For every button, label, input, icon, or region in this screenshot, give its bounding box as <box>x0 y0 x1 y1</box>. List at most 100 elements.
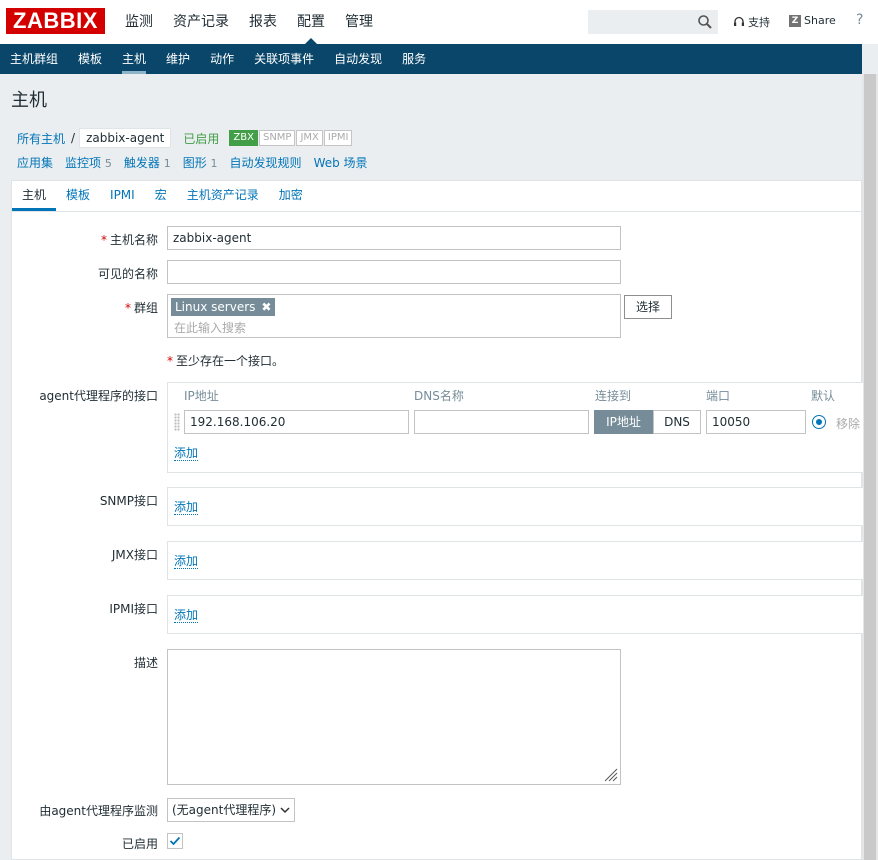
proxy-select-value: (无agent代理程序) <box>172 803 277 817</box>
availability-zbx-badge: ZBX <box>229 130 258 146</box>
zabbix-logo[interactable]: ZABBIX <box>6 8 105 34</box>
description-label: 描述 <box>133 656 158 670</box>
remove-chip-icon[interactable]: ✖ <box>261 298 271 316</box>
main-menu: 监测 资产记录 报表 配置 管理 <box>115 0 383 44</box>
breadcrumb-all-hosts[interactable]: 所有主机 <box>11 130 71 147</box>
sublink-items[interactable]: 监控项 5 <box>59 154 118 171</box>
tab-host[interactable]: 主机 <box>12 181 57 211</box>
enabled-label: 已启用 <box>121 837 158 851</box>
groups-label-text: 群组 <box>133 301 158 315</box>
submenu-templates[interactable]: 模板 <box>68 44 112 74</box>
group-chip: Linux servers ✖ <box>171 298 276 316</box>
visible-name-label: 可见的名称 <box>97 267 158 281</box>
share-label: Share <box>804 14 836 27</box>
select-groups-button[interactable]: 选择 <box>624 295 672 319</box>
add-jmx-interface-link[interactable]: 添加 <box>174 554 199 569</box>
add-snmp-interface-link[interactable]: 添加 <box>174 500 199 515</box>
drag-handle-icon[interactable] <box>174 413 180 431</box>
tab-inventory[interactable]: 主机资产记录 <box>177 181 269 211</box>
sublink-items-count: 5 <box>104 156 112 170</box>
interface-note-text: 至少存在一个接口。 <box>176 354 285 368</box>
menu-administration[interactable]: 管理 <box>335 0 383 44</box>
host-name-input[interactable]: zabbix-agent <box>167 226 621 250</box>
agent-interfaces-label: agent代理程序的接口 <box>39 389 158 403</box>
submenu-host-groups[interactable]: 主机群组 <box>0 44 68 74</box>
port-input[interactable]: 10050 <box>706 410 806 434</box>
form-tabs: 主机 模板 IPMI 宏 主机资产记录 加密 <box>12 181 863 212</box>
headset-icon <box>734 16 744 26</box>
submenu-actions[interactable]: 动作 <box>200 44 244 74</box>
dns-name-input[interactable] <box>414 410 589 434</box>
submenu-event-correlation[interactable]: 关联项事件 <box>244 44 324 74</box>
add-agent-interface-link[interactable]: 添加 <box>174 446 199 461</box>
connect-to-ip-button[interactable]: IP地址 <box>594 410 653 434</box>
ipmi-interfaces-box: 添加 <box>167 595 863 634</box>
jmx-interfaces-label: JMX接口 <box>111 548 158 562</box>
host-name-label-text: 主机名称 <box>109 233 158 247</box>
global-search-input[interactable] <box>588 10 718 34</box>
page-title: 主机 <box>11 90 47 111</box>
availability-jmx-badge: JMX <box>296 130 323 146</box>
menu-inventory[interactable]: 资产记录 <box>163 0 239 44</box>
sublink-triggers[interactable]: 触发器 1 <box>118 154 177 171</box>
menu-reports[interactable]: 报表 <box>239 0 287 44</box>
sublink-applications-label: 应用集 <box>17 155 54 170</box>
col-dns-header: DNS名称 <box>414 389 464 403</box>
required-mark: * <box>167 354 173 368</box>
snmp-interfaces-box: 添加 <box>167 487 863 526</box>
sub-menu: 主机群组 模板 主机 维护 动作 关联项事件 自动发现 服务 <box>0 44 862 74</box>
top-header: ZABBIX 监测 资产记录 报表 配置 管理 支持 Z Share ? <box>0 0 878 44</box>
share-link[interactable]: Z Share <box>789 14 836 27</box>
host-sublinks: 应用集 监控项 5 触发器 1 图形 1 自动发现规则 Web 场景 <box>11 152 374 172</box>
ip-address-input[interactable]: 192.168.106.20 <box>184 410 409 434</box>
resize-grip-icon[interactable] <box>602 766 618 782</box>
tab-encryption[interactable]: 加密 <box>269 181 313 211</box>
enabled-checkbox[interactable] <box>167 833 183 849</box>
submenu-services[interactable]: 服务 <box>392 44 436 74</box>
menu-monitoring[interactable]: 监测 <box>115 0 163 44</box>
help-icon[interactable]: ? <box>856 12 863 28</box>
availability-snmp-badge: SNMP <box>258 130 296 146</box>
submenu-hosts[interactable]: 主机 <box>112 44 156 74</box>
scrollbar-thumb[interactable] <box>864 74 876 860</box>
col-default-header: 默认 <box>811 389 836 403</box>
visible-name-input[interactable] <box>167 260 621 284</box>
breadcrumb: 所有主机 / zabbix-agent 已启用 ZBX SNMP JMX IPM… <box>11 127 353 149</box>
remove-interface-link[interactable]: 移除 <box>836 415 860 432</box>
col-port-header: 端口 <box>706 389 731 403</box>
tab-templates[interactable]: 模板 <box>56 181 100 211</box>
sublink-items-label: 监控项 <box>65 155 102 170</box>
host-form-panel: 主机 模板 IPMI 宏 主机资产记录 加密 * 主机名称 zabbix-agen… <box>11 180 863 860</box>
breadcrumb-separator: / <box>71 131 76 145</box>
sublink-applications[interactable]: 应用集 <box>11 154 59 171</box>
tab-macros[interactable]: 宏 <box>145 181 177 211</box>
groups-label: * 群组 <box>12 299 158 316</box>
sublink-triggers-label: 触发器 <box>123 155 160 170</box>
add-ipmi-interface-link[interactable]: 添加 <box>174 608 199 623</box>
menu-configuration[interactable]: 配置 <box>287 0 335 44</box>
sublink-web-scenarios[interactable]: Web 场景 <box>308 154 374 171</box>
zabbix-share-icon: Z <box>789 14 801 27</box>
connect-to-dns-button[interactable]: DNS <box>653 410 701 434</box>
host-status: 已启用 <box>183 131 220 146</box>
col-ip-header: IP地址 <box>184 389 219 403</box>
jmx-interfaces-box: 添加 <box>167 541 863 580</box>
default-interface-radio[interactable] <box>812 415 826 429</box>
sublink-graphs[interactable]: 图形 1 <box>177 154 224 171</box>
groups-search-placeholder[interactable]: 在此输入搜索 <box>174 319 246 336</box>
proxy-select[interactable]: (无agent代理程序) <box>167 798 296 822</box>
search-icon[interactable] <box>697 14 713 30</box>
breadcrumb-current-host[interactable]: zabbix-agent <box>79 128 172 148</box>
groups-multiselect[interactable]: Linux servers ✖ 在此输入搜索 <box>167 294 621 338</box>
monitored-by-proxy-label: 由agent代理程序监测 <box>39 804 158 818</box>
sublink-web-scenarios-label: Web 场景 <box>313 155 368 170</box>
support-link[interactable]: 支持 <box>733 14 770 30</box>
page-scrollbar[interactable] <box>862 74 878 860</box>
submenu-maintenance[interactable]: 维护 <box>156 44 200 74</box>
sublink-discovery-rules[interactable]: 自动发现规则 <box>224 154 308 171</box>
tab-ipmi[interactable]: IPMI <box>100 181 145 211</box>
ipmi-interfaces-label: IPMI接口 <box>109 602 158 616</box>
description-textarea[interactable] <box>167 649 621 785</box>
submenu-discovery[interactable]: 自动发现 <box>324 44 392 74</box>
checkmark-icon <box>169 836 181 846</box>
